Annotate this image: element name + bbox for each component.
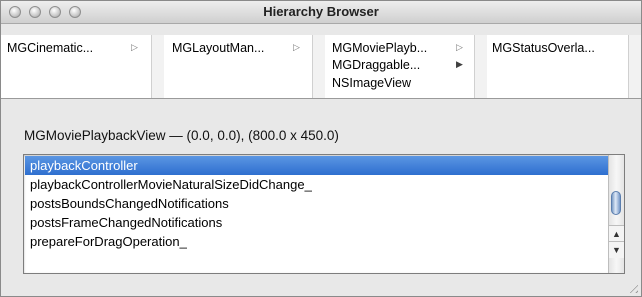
disclosure-arrow-icon: ▷ bbox=[456, 42, 463, 52]
resize-grip-icon[interactable] bbox=[626, 281, 638, 293]
column-scrollbar[interactable] bbox=[474, 35, 487, 98]
selected-view-info: MGMoviePlaybackView — (0.0, 0.0), (800.0… bbox=[24, 128, 339, 143]
cell-label: MGCinematic... bbox=[7, 41, 94, 55]
column-scrollbar[interactable] bbox=[312, 35, 325, 98]
cell-label: MGLayoutMan... bbox=[172, 41, 265, 55]
browser-cell[interactable]: NSImageView bbox=[332, 75, 411, 91]
list-item[interactable]: postsFrameChangedNotifications bbox=[25, 213, 610, 232]
list-scrollbar[interactable]: ▲ ▼ bbox=[608, 155, 624, 273]
browser-cell[interactable]: MGMoviePlayb... bbox=[332, 40, 427, 56]
list-item[interactable]: prepareForDragOperation_ bbox=[25, 232, 610, 251]
cell-label: MGDraggable... bbox=[332, 58, 421, 72]
window-title: Hierarchy Browser bbox=[263, 4, 379, 19]
browser-cell[interactable]: MGStatusOverla... bbox=[492, 40, 595, 56]
browser-column[interactable]: MGLayoutMan... ▷ bbox=[168, 35, 311, 98]
hierarchy-browser-window: Hierarchy Browser MGCinematic... ▷ MGLay… bbox=[0, 0, 642, 297]
browser-cell[interactable]: MGLayoutMan... bbox=[172, 40, 264, 56]
scroll-down-arrow-icon[interactable]: ▼ bbox=[609, 241, 624, 258]
disclosure-arrow-icon: ▷ bbox=[293, 42, 300, 52]
disclosure-arrow-icon: ▶ bbox=[456, 59, 463, 69]
list-item[interactable]: playbackControllerMovieNaturalSizeDidCha… bbox=[25, 175, 610, 194]
browser-cell[interactable]: MGDraggable... bbox=[332, 57, 420, 73]
method-list[interactable]: playbackController playbackControllerMov… bbox=[23, 154, 625, 274]
scroll-up-arrow-icon[interactable]: ▲ bbox=[609, 225, 624, 242]
cell-label: MGStatusOverla... bbox=[492, 41, 595, 55]
browser-column[interactable]: MGStatusOverla... bbox=[488, 35, 626, 98]
column-scrollbar[interactable] bbox=[628, 35, 641, 98]
list-item-selected[interactable]: playbackController bbox=[25, 156, 610, 175]
title-bar[interactable]: Hierarchy Browser bbox=[1, 1, 641, 24]
browser-cell[interactable]: MGCinematic... bbox=[7, 40, 93, 56]
class-browser: MGCinematic... ▷ MGLayoutMan... ▷ MGMovi… bbox=[1, 35, 641, 99]
cell-label: NSImageView bbox=[332, 76, 411, 90]
browser-column[interactable]: MGCinematic... ▷ bbox=[3, 35, 150, 98]
list-item[interactable]: postsBoundsChangedNotifications bbox=[25, 194, 610, 213]
column-scrollbar[interactable] bbox=[151, 35, 164, 98]
browser-column[interactable]: MGMoviePlayb... ▷ MGDraggable... ▶ NSIma… bbox=[328, 35, 473, 98]
disclosure-arrow-icon: ▷ bbox=[131, 42, 138, 52]
cell-label: MGMoviePlayb... bbox=[332, 41, 428, 55]
scroll-thumb[interactable] bbox=[611, 191, 621, 215]
